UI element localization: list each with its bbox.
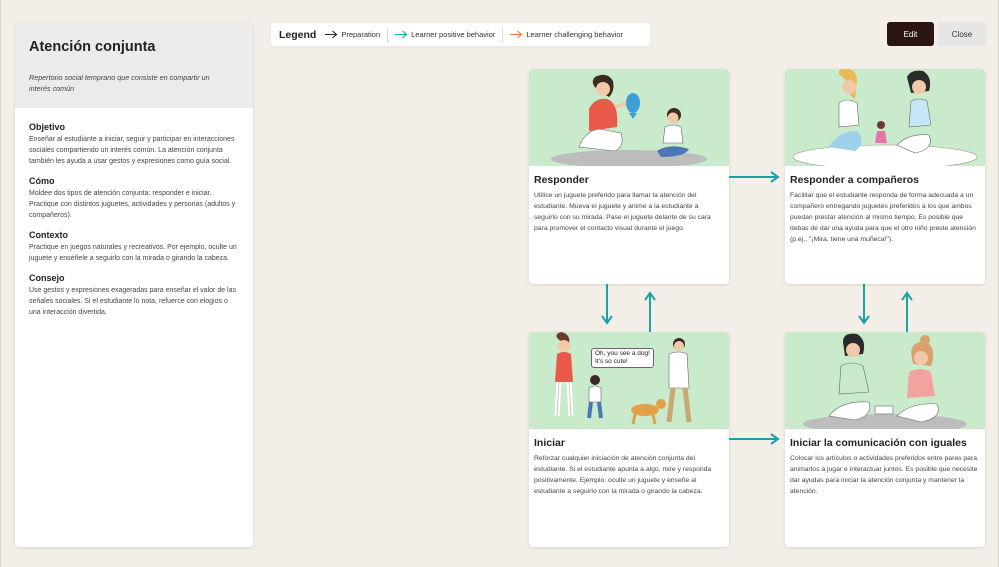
section-heading: Objetivo: [29, 122, 66, 132]
page-subtitle: Repertorio social temprano que consiste …: [29, 73, 210, 93]
arrow-up-icon: [644, 291, 656, 332]
section-text: Practique en juegos naturales y recreati…: [29, 244, 237, 262]
arrow-right-icon: [729, 433, 780, 445]
card-title: Iniciar: [534, 437, 565, 449]
legend-bar: Legend Preparation Learner positive beha…: [271, 23, 650, 46]
arrow-right-icon: [395, 30, 408, 39]
arrow-down-icon: [601, 284, 613, 325]
section-contexto: Contexto Practique en juegos naturales y…: [29, 230, 239, 264]
card-iniciar[interactable]: Oh, you see a dog! It's so cute! Iniciar…: [529, 332, 729, 547]
speech-bubble-line: It's so cute!: [595, 358, 628, 365]
speech-bubble: Oh, you see a dog! It's so cute!: [591, 348, 654, 368]
edit-button[interactable]: Edit: [887, 22, 934, 46]
section-heading: Consejo: [29, 273, 65, 283]
card-text: Facilitar que el estudiante responda de …: [790, 192, 976, 243]
card-illustration: [529, 69, 729, 166]
speech-bubble-line: Oh, you see a dog!: [595, 350, 650, 357]
section-consejo: Consejo Use gestos y expresiones exagera…: [29, 273, 239, 318]
sidebar-header: Atención conjunta Repertorio social temp…: [15, 23, 253, 108]
card-title: Responder: [534, 174, 589, 186]
legend-title: Legend: [279, 28, 317, 41]
legend-label: Preparation: [341, 30, 381, 39]
legend-item-positive: Learner positive behavior: [395, 30, 495, 39]
section-text: Enseñar al estudiante a iniciar, seguir …: [29, 136, 235, 165]
legend-divider: [502, 27, 504, 42]
card-text: Reforzar cualquier iniciación de atenció…: [534, 455, 712, 495]
card-illustration: Oh, you see a dog! It's so cute!: [529, 332, 729, 429]
two-children-with-doll-illustration: [792, 69, 978, 166]
legend-item-challenging: Learner challenging behavior: [510, 30, 623, 39]
arrow-right-icon: [510, 30, 523, 39]
legend-label: Learner positive behavior: [411, 30, 496, 39]
family-with-dog-illustration: [554, 332, 692, 425]
card-responder-companeros[interactable]: Responder a compañeros Facilitar que el …: [785, 69, 985, 284]
two-children-playing-illustration: [803, 333, 967, 429]
card-responder[interactable]: Responder Utilice un juguete preferido p…: [529, 69, 729, 284]
info-sidebar: Atención conjunta Repertorio social temp…: [15, 23, 253, 547]
card-title: Responder a compañeros: [790, 174, 919, 186]
section-como: Cómo Moldee dos tipos de atención conjun…: [29, 176, 239, 221]
sidebar-body: Objetivo Enseñar al estudiante a iniciar…: [15, 108, 253, 318]
card-iniciar-comunicacion[interactable]: Iniciar la comunicación con iguales Colo…: [785, 332, 985, 547]
close-button[interactable]: Close: [938, 22, 986, 46]
card-title: Iniciar la comunicación con iguales: [790, 437, 967, 449]
legend-label: Learner challenging behavior: [526, 30, 624, 39]
arrow-down-icon: [858, 284, 870, 325]
arrow-right-icon: [325, 30, 338, 39]
page-title: Atención conjunta: [29, 39, 156, 55]
adult-showing-toy-illustration: [551, 74, 707, 166]
card-illustration: [785, 69, 985, 166]
card-text: Colocar los artículos o actividades pref…: [790, 455, 978, 495]
section-text: Moldee dos tipos de atención conjunta: r…: [29, 190, 236, 219]
section-text: Use gestos y expresiones exageradas para…: [29, 287, 237, 316]
arrow-up-icon: [901, 291, 913, 332]
section-heading: Cómo: [29, 176, 55, 186]
legend-divider: [387, 27, 389, 42]
section-objetivo: Objetivo Enseñar al estudiante a iniciar…: [29, 122, 239, 167]
section-heading: Contexto: [29, 230, 68, 240]
arrow-right-icon: [729, 171, 780, 183]
card-text: Utilice un juguete preferido para llamar…: [534, 192, 711, 232]
legend-item-preparation: Preparation: [325, 30, 380, 39]
card-illustration: [785, 332, 985, 429]
